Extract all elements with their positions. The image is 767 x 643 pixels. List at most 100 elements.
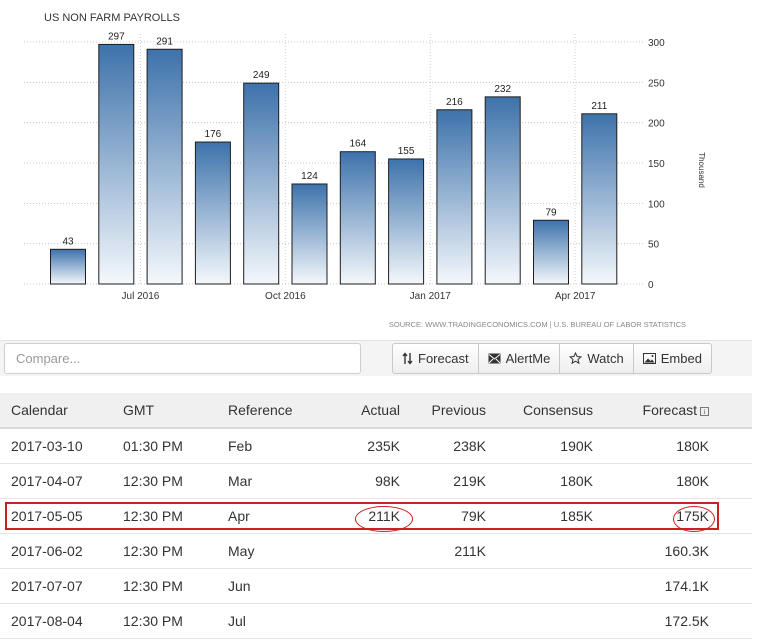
envelope-icon [488, 353, 501, 364]
y-tick-label: 50 [648, 240, 660, 251]
bar-value-label: 211 [591, 101, 607, 112]
header-forecast-label: Forecast [642, 402, 697, 418]
cell-gmt: 01:30 PM [123, 437, 183, 454]
cell-forecast: 180K [676, 437, 709, 454]
y-tick-label: 300 [648, 38, 665, 49]
bar-value-label: 164 [349, 139, 366, 150]
chart-bar[interactable] [146, 48, 183, 285]
cell-reference: Jul [228, 612, 246, 629]
cell-reference: Feb [228, 437, 253, 454]
y-tick-label: 200 [648, 119, 665, 130]
cell-spacer [709, 428, 752, 463]
chart-bar[interactable] [484, 96, 521, 285]
chart-bar[interactable] [388, 158, 425, 285]
chart-bar[interactable] [243, 82, 280, 285]
x-tick-label: Jan 2017 [410, 291, 452, 302]
table-row: 2017-08-04 12:30 PM Jul 172.5K [0, 603, 752, 638]
bar-value-label: 249 [253, 70, 270, 81]
table-row: 2017-07-07 12:30 PM Jun 174.1K [0, 568, 752, 603]
cell-spacer [709, 603, 752, 638]
chart-bar[interactable] [291, 183, 328, 285]
chart-bar[interactable] [50, 248, 86, 285]
cell-consensus: 185K [560, 507, 593, 524]
bar-value-label: 291 [156, 36, 173, 47]
cell-consensus [486, 603, 593, 638]
watch-button[interactable]: Watch [559, 343, 634, 374]
x-tick-label: Oct 2016 [265, 291, 306, 302]
cell-reference: Mar [228, 472, 253, 489]
cell-calendar: 2017-07-07 [11, 577, 83, 594]
cell-actual [324, 568, 400, 603]
header-consensus[interactable]: Consensus [486, 393, 593, 429]
table-row: 2017-04-07 12:30 PM Mar 98K 219K 180K 18… [0, 463, 752, 498]
table-row-highlighted: 2017-05-05 12:30 PM Apr 211K 79K 185K 17… [0, 498, 752, 533]
cell-actual: 98K [375, 472, 400, 489]
bar-value-label: 232 [494, 84, 511, 95]
bar-value-label: 43 [62, 236, 74, 247]
cell-gmt: 12:30 PM [123, 577, 183, 594]
cell-gmt: 12:30 PM [123, 472, 183, 489]
chart-bar[interactable] [194, 141, 231, 285]
cell-previous: 238K [453, 437, 486, 454]
cell-reference: May [228, 542, 255, 559]
star-icon [569, 352, 583, 365]
header-gmt[interactable]: GMT [123, 393, 228, 429]
alertme-button[interactable]: AlertMe [477, 343, 561, 374]
cell-forecast: 174.1K [664, 577, 709, 594]
forecast-button[interactable]: Forecast [392, 343, 479, 374]
header-spacer [709, 393, 752, 429]
embed-button[interactable]: Embed [632, 343, 712, 374]
cell-consensus [486, 568, 593, 603]
chart-bar[interactable] [581, 113, 618, 285]
cell-gmt: 12:30 PM [123, 612, 183, 629]
cell-spacer [709, 463, 752, 498]
info-icon[interactable]: i [700, 407, 709, 416]
chart-bar[interactable] [98, 43, 135, 285]
compare-input[interactable] [4, 343, 361, 374]
cell-consensus: 180K [560, 472, 593, 489]
header-calendar[interactable]: Calendar [0, 393, 123, 429]
chart-toolbar: Forecast AlertMe Watch Embed [0, 340, 752, 376]
cell-actual: 211K [368, 507, 400, 524]
y-tick-label: 100 [648, 199, 665, 210]
y-axis-unit-label: Thousand [697, 152, 706, 188]
bar-value-label: 124 [301, 171, 318, 182]
cell-calendar: 2017-04-07 [11, 472, 83, 489]
chart-title: US NON FARM PAYROLLS [44, 12, 180, 24]
cell-consensus: 190K [560, 437, 593, 454]
header-actual[interactable]: Actual [324, 393, 400, 429]
cell-previous [400, 603, 486, 638]
chart-bar[interactable] [533, 219, 569, 285]
cell-actual: 235K [367, 437, 400, 454]
header-reference[interactable]: Reference [228, 393, 324, 429]
bar-value-label: 216 [446, 97, 463, 108]
chart-bar[interactable] [339, 151, 376, 285]
cell-previous: 211K [454, 542, 486, 559]
chart: US NON FARM PAYROLLS 43 297 291 176 249 124 16… [0, 0, 767, 340]
header-forecast[interactable]: Forecast i [593, 393, 709, 429]
calendar-table-container: Calendar GMT Reference Actual Previous C… [0, 393, 752, 639]
cell-gmt: 12:30 PM [123, 542, 183, 559]
header-previous[interactable]: Previous [400, 393, 486, 429]
chart-bar[interactable] [436, 109, 473, 285]
cell-reference: Jun [228, 577, 251, 594]
cell-consensus [486, 533, 593, 568]
cell-previous: 219K [453, 472, 486, 489]
cell-actual [324, 533, 400, 568]
cell-calendar: 2017-05-05 [11, 507, 83, 524]
bar-value-label: 155 [398, 146, 415, 157]
cell-reference: Apr [228, 507, 250, 524]
cell-forecast: 160.3K [664, 542, 709, 559]
calendar-table: Calendar GMT Reference Actual Previous C… [0, 393, 752, 639]
y-tick-label: 250 [648, 78, 665, 89]
chart-action-buttons: Forecast AlertMe Watch Embed [392, 343, 712, 374]
table-header-row: Calendar GMT Reference Actual Previous C… [0, 393, 752, 429]
cell-forecast: 175K [676, 507, 709, 524]
cell-calendar: 2017-08-04 [11, 612, 83, 629]
cell-spacer [709, 533, 752, 568]
table-row: 2017-06-02 12:30 PM May 211K 160.3K [0, 533, 752, 568]
alertme-button-label: AlertMe [505, 351, 551, 366]
cell-calendar: 2017-06-02 [11, 542, 83, 559]
cell-actual [324, 603, 400, 638]
bar-value-label: 176 [205, 129, 222, 140]
